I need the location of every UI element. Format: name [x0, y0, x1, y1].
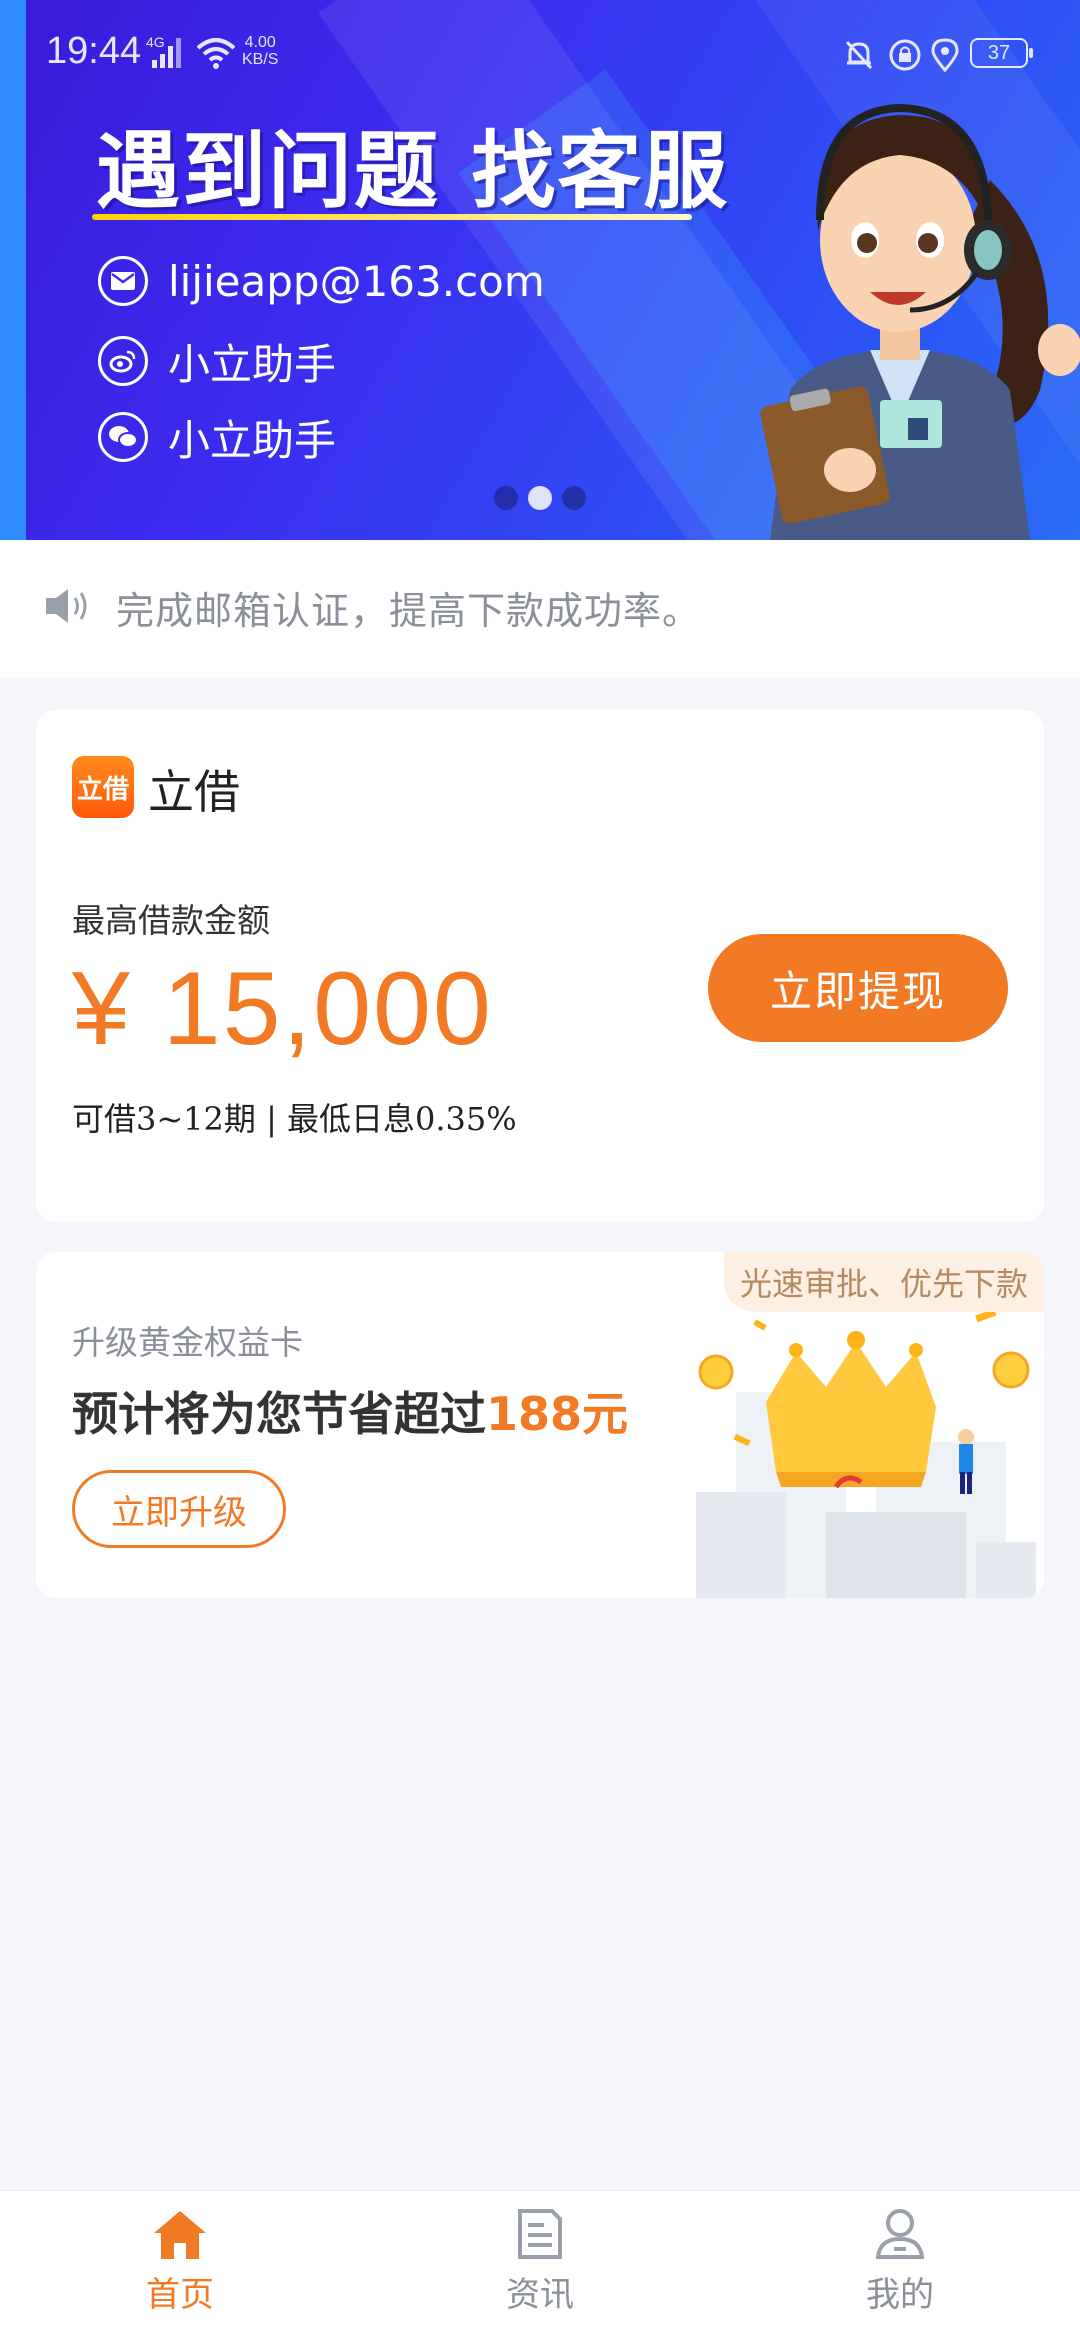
nav-label-mine: 我的 [866, 2275, 934, 2315]
signal-icon [152, 38, 181, 68]
banner-title: 遇到问题 找客服 [96, 122, 730, 220]
upgrade-button[interactable]: 立即升级 [72, 1470, 286, 1548]
carousel-indicator[interactable] [494, 486, 586, 510]
brand-name: 立借 [148, 765, 240, 819]
user-icon [875, 2209, 925, 2259]
mail-icon [98, 256, 148, 306]
weibo-icon [98, 336, 148, 386]
savings-amount: 188元 [486, 1387, 629, 1441]
upgrade-label: 升级黄金权益卡 [72, 1323, 303, 1362]
crown-illustration [696, 1312, 1036, 1598]
upgrade-card[interactable]: 光速审批、优先下款 升级黄金权益卡 预计将为您节省超过188元 立即升级 [36, 1252, 1044, 1598]
customer-service-illustration [760, 103, 1080, 540]
notice-bar[interactable]: 完成邮箱认证，提高下款成功率。 [0, 540, 1080, 678]
max-amount-value: ¥ 15,000 [72, 951, 493, 1067]
contact-email-text: lijieapp@163.com [168, 256, 545, 306]
upgrade-tag: 光速审批、优先下款 [724, 1252, 1044, 1312]
wifi-icon [196, 38, 236, 69]
carousel-dot[interactable] [562, 486, 586, 510]
contact-wechat-text: 小立助手 [168, 415, 337, 465]
notice-text: 完成邮箱认证，提高下款成功率。 [116, 589, 702, 633]
home-icon [154, 2211, 206, 2259]
contact-weibo-text: 小立助手 [168, 339, 337, 389]
title-underline [92, 214, 692, 220]
contact-weibo: 小立助手 [98, 334, 336, 389]
carousel-dot-active[interactable] [528, 486, 552, 510]
max-amount-label: 最高借款金额 [72, 901, 270, 940]
news-icon [518, 2209, 562, 2259]
contact-wechat: 小立助手 [98, 410, 336, 465]
speed-unit: KB/S [242, 51, 279, 68]
status-time: 19:44 [46, 30, 142, 72]
promo-banner[interactable]: 19:44 4G 4.00 KB/S 37 遇到问题 找客服 lijieapp@… [0, 0, 1080, 540]
brand-logo: 立借 [72, 756, 134, 818]
withdraw-button[interactable]: 立即提现 [708, 934, 1008, 1042]
wechat-icon [98, 412, 148, 462]
nav-label-home: 首页 [146, 2275, 214, 2315]
nav-tab-news[interactable]: 资讯 [440, 2207, 640, 2337]
upgrade-description: 预计将为您节省超过188元 [72, 1378, 628, 1444]
upgrade-description-text: 预计将为您节省超过 [72, 1387, 486, 1441]
carousel-dot[interactable] [494, 486, 518, 510]
network-speed: 4.00 KB/S [242, 34, 278, 68]
speed-value: 4.00 [244, 34, 276, 51]
nav-tab-home[interactable]: 首页 [80, 2207, 280, 2337]
loan-terms: 可借3~12期 | 最低日息0.35% [72, 1100, 517, 1138]
speaker-icon [46, 589, 87, 623]
contact-email: lijieapp@163.com [98, 254, 545, 308]
bottom-navigation: 首页 资讯 我的 [0, 2190, 1080, 2340]
loan-card: 立借 立借 最高借款金额 ¥ 15,000 可借3~12期 | 最低日息0.35… [36, 710, 1044, 1222]
nav-label-news: 资讯 [506, 2275, 574, 2315]
nav-tab-mine[interactable]: 我的 [800, 2207, 1000, 2337]
